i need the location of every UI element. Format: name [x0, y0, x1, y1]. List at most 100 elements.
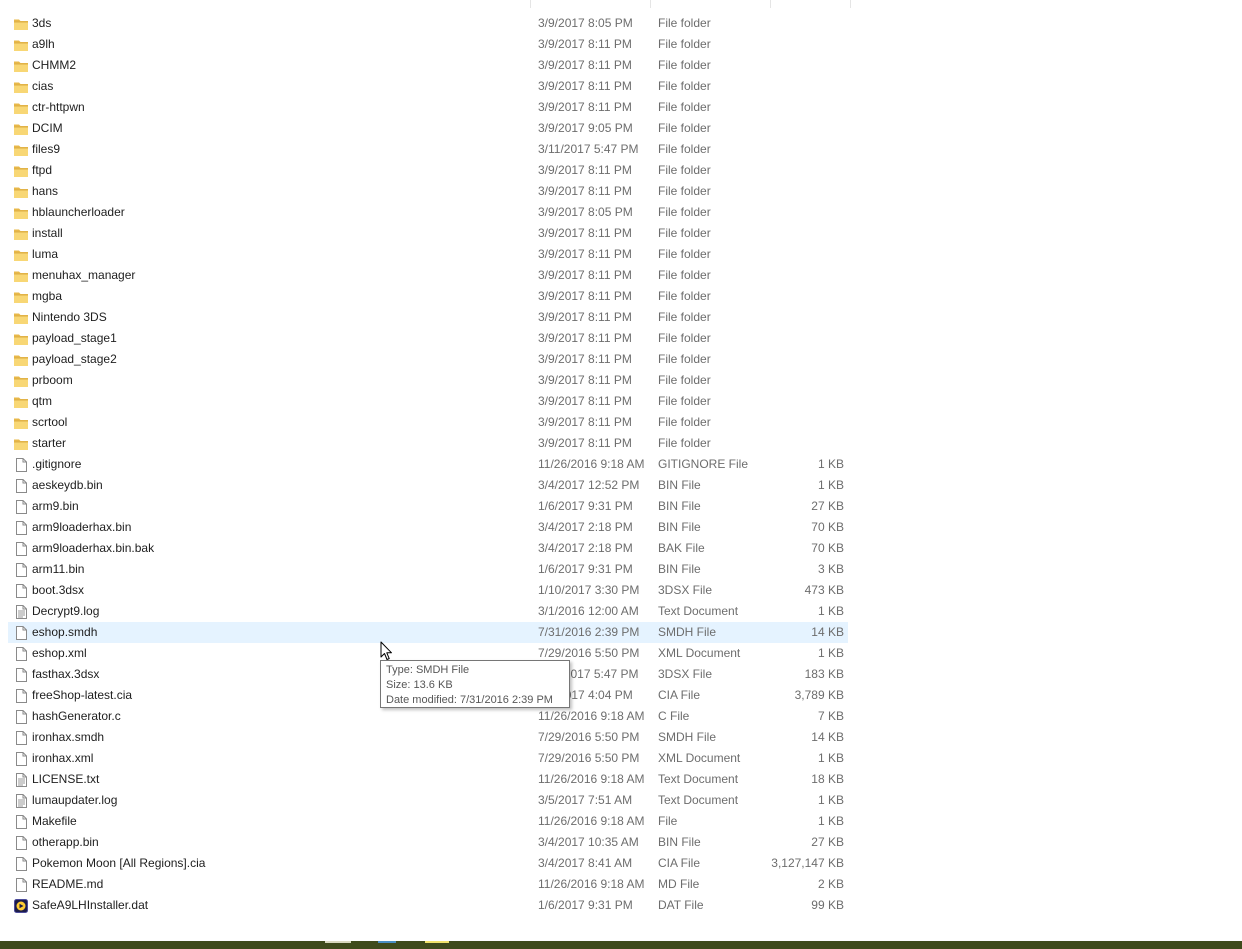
mouse-pointer-icon	[380, 641, 392, 660]
date-modified: 3/9/2017 8:11 PM	[538, 436, 632, 450]
file-type: DAT File	[658, 898, 704, 912]
file-row[interactable]: lumaupdater.log 3/5/2017 7:51 AM Text Docu…	[0, 790, 1242, 811]
file-type: BIN File	[658, 562, 701, 576]
file-type: File folder	[658, 289, 711, 303]
column-divider[interactable]	[530, 0, 531, 8]
date-modified: 3/11/2017 5:47 PM	[538, 142, 639, 156]
file-size: 1 KB	[817, 793, 844, 807]
file-type: File folder	[658, 415, 711, 429]
file-name: otherapp.bin	[32, 835, 99, 849]
file-icon	[13, 646, 29, 662]
file-row[interactable]: Makefile 11/26/2016 9:18 AM File 1 KB	[0, 811, 1242, 832]
file-size: 27 KB	[811, 499, 844, 513]
folder-row[interactable]: luma 3/9/2017 8:11 PM File folder	[0, 244, 1242, 265]
folder-icon	[13, 121, 29, 137]
file-type: File folder	[658, 373, 711, 387]
column-header-strip[interactable]	[0, 0, 1242, 8]
file-type: GITIGNORE File	[658, 457, 749, 471]
file-name: README.md	[32, 877, 104, 891]
date-modified: 3/9/2017 8:05 PM	[538, 205, 633, 219]
file-name: install	[32, 226, 63, 240]
file-row[interactable]: ironhax.smdh 7/29/2016 5:50 PM SMDH File 14…	[0, 727, 1242, 748]
file-row[interactable]: boot.3dsx 1/10/2017 3:30 PM 3DSX File 473 K…	[0, 580, 1242, 601]
file-name: hblauncherloader	[32, 205, 125, 219]
date-modified: 11/26/2016 9:18 AM	[538, 709, 645, 723]
folder-row[interactable]: payload_stage2 3/9/2017 8:11 PM File folde…	[0, 349, 1242, 370]
date-modified: 3/9/2017 8:11 PM	[538, 289, 632, 303]
file-row[interactable]: README.md 11/26/2016 9:18 AM MD File 2 KB	[0, 874, 1242, 895]
folder-row[interactable]: mgba 3/9/2017 8:11 PM File folder	[0, 286, 1242, 307]
file-row[interactable]: otherapp.bin 3/4/2017 10:35 AM BIN File 27 …	[0, 832, 1242, 853]
file-icon	[13, 583, 29, 599]
file-size: 183 KB	[804, 667, 844, 681]
taskbar-app[interactable]	[425, 941, 449, 943]
folder-row[interactable]: menuhax_manager 3/9/2017 8:11 PM File fold…	[0, 265, 1242, 286]
folder-row[interactable]: a9lh 3/9/2017 8:11 PM File folder	[0, 34, 1242, 55]
folder-row[interactable]: payload_stage1 3/9/2017 8:11 PM File folde…	[0, 328, 1242, 349]
file-name: SafeA9LHInstaller.dat	[32, 898, 149, 912]
folder-row[interactable]: CHMM2 3/9/2017 8:11 PM File folder	[0, 55, 1242, 76]
file-row[interactable]: LICENSE.txt 11/26/2016 9:18 AM Text Docume…	[0, 769, 1242, 790]
file-type: MD File	[658, 877, 700, 891]
taskbar-app[interactable]	[325, 941, 351, 943]
folder-row[interactable]: qtm 3/9/2017 8:11 PM File folder	[0, 391, 1242, 412]
file-size: 1 KB	[817, 646, 844, 660]
folder-row[interactable]: starter 3/9/2017 8:11 PM File folder	[0, 433, 1242, 454]
file-icon	[13, 520, 29, 536]
folder-row[interactable]: DCIM 3/9/2017 9:05 PM File folder	[0, 118, 1242, 139]
folder-row[interactable]: Nintendo 3DS 3/9/2017 8:11 PM File folder	[0, 307, 1242, 328]
column-divider[interactable]	[770, 0, 771, 8]
date-modified: 3/9/2017 8:11 PM	[538, 79, 632, 93]
file-name: DCIM	[32, 121, 63, 135]
date-modified: 3/9/2017 8:11 PM	[538, 100, 632, 114]
file-row[interactable]: arm9.bin 1/6/2017 9:31 PM BIN File 27 KB	[0, 496, 1242, 517]
file-name: Nintendo 3DS	[32, 310, 107, 324]
column-divider[interactable]	[650, 0, 651, 8]
file-row[interactable]: freeShop-latest.cia 3/9/2017 4:04 PM CIA F…	[0, 685, 1242, 706]
file-icon	[13, 541, 29, 557]
column-divider[interactable]	[850, 0, 851, 8]
file-row[interactable]: Decrypt9.log 3/1/2016 12:00 AM Text Docume…	[0, 601, 1242, 622]
folder-row[interactable]: hblauncherloader 3/9/2017 8:05 PM File fol…	[0, 202, 1242, 223]
file-name: ftpd	[32, 163, 53, 177]
file-type: C File	[658, 709, 690, 723]
file-row[interactable]: arm9loaderhax.bin 3/4/2017 2:18 PM BIN Fil…	[0, 517, 1242, 538]
date-modified: 3/9/2017 8:11 PM	[538, 373, 632, 387]
file-row[interactable]: hashGenerator.c 11/26/2016 9:18 AM C File 7…	[0, 706, 1242, 727]
file-name: LICENSE.txt	[32, 772, 100, 786]
folder-row[interactable]: ctr-httpwn 3/9/2017 8:11 PM File folder	[0, 97, 1242, 118]
file-name: Pokemon Moon [All Regions].cia	[32, 856, 206, 870]
date-modified: 7/29/2016 5:50 PM	[538, 646, 640, 660]
folder-row[interactable]: cias 3/9/2017 8:11 PM File folder	[0, 76, 1242, 97]
file-name: luma	[32, 247, 59, 261]
file-name: ctr-httpwn	[32, 100, 85, 114]
folder-icon	[13, 163, 29, 179]
folder-icon	[13, 310, 29, 326]
file-row[interactable]: .gitignore 11/26/2016 9:18 AM GITIGNORE Fi…	[0, 454, 1242, 475]
file-name: prboom	[32, 373, 73, 387]
file-row[interactable]: fasthax.3dsx 3/11/2017 5:47 PM 3DSX File 18…	[0, 664, 1242, 685]
folder-row[interactable]: ftpd 3/9/2017 8:11 PM File folder	[0, 160, 1242, 181]
folder-row[interactable]: prboom 3/9/2017 8:11 PM File folder	[0, 370, 1242, 391]
file-row[interactable]: Pokemon Moon [All Regions].cia 3/4/2017 8…	[0, 853, 1242, 874]
file-icon	[13, 478, 29, 494]
taskbar-app[interactable]	[378, 941, 396, 943]
folder-row[interactable]: hans 3/9/2017 8:11 PM File folder	[0, 181, 1242, 202]
file-row[interactable]: arm11.bin 1/6/2017 9:31 PM BIN File 3 KB	[0, 559, 1242, 580]
file-row[interactable]: aeskeydb.bin 3/4/2017 12:52 PM BIN File 1 K…	[0, 475, 1242, 496]
file-icon	[13, 709, 29, 725]
file-row[interactable]: eshop.smdh 7/31/2016 2:39 PM SMDH File 14 K…	[0, 622, 1242, 643]
file-size: 1 KB	[817, 604, 844, 618]
file-row[interactable]: SafeA9LHInstaller.dat 1/6/2017 9:31 PM DAT…	[0, 895, 1242, 916]
file-row[interactable]: eshop.xml 7/29/2016 5:50 PM XML Document 1 …	[0, 643, 1242, 664]
taskbar[interactable]	[0, 941, 1242, 949]
file-row[interactable]: arm9loaderhax.bin.bak 3/4/2017 2:18 PM BAK…	[0, 538, 1242, 559]
folder-row[interactable]: 3ds 3/9/2017 8:05 PM File folder	[0, 13, 1242, 34]
folder-row[interactable]: files9 3/11/2017 5:47 PM File folder	[0, 139, 1242, 160]
folder-row[interactable]: scrtool 3/9/2017 8:11 PM File folder	[0, 412, 1242, 433]
date-modified: 1/6/2017 9:31 PM	[538, 562, 633, 576]
folder-row[interactable]: install 3/9/2017 8:11 PM File folder	[0, 223, 1242, 244]
date-modified: 1/10/2017 3:30 PM	[538, 583, 640, 597]
file-row[interactable]: ironhax.xml 7/29/2016 5:50 PM XML Document…	[0, 748, 1242, 769]
text-document-icon	[13, 604, 29, 620]
